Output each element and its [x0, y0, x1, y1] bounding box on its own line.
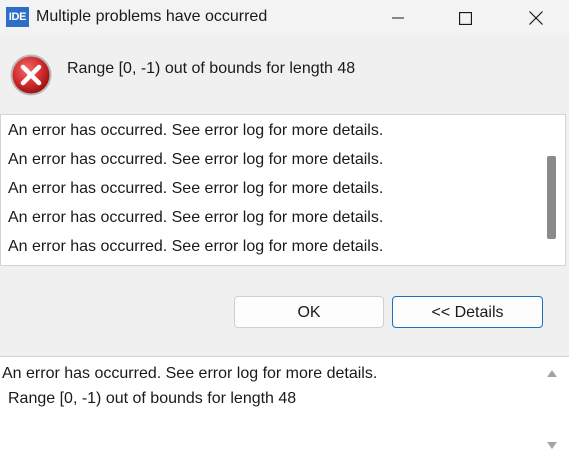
problem-list[interactable]: An error has occurred. See error log for…	[0, 114, 566, 266]
list-item[interactable]: An error has occurred. See error log for…	[8, 122, 383, 140]
scroll-down-arrow-icon[interactable]	[547, 442, 557, 449]
details-button[interactable]: << Details	[392, 296, 543, 328]
title-bar: IDE Multiple problems have occurred	[0, 0, 569, 36]
details-panel[interactable]: An error has occurred. See error log for…	[0, 356, 569, 457]
scroll-up-arrow-icon[interactable]	[547, 370, 557, 377]
ok-button[interactable]: OK	[234, 296, 384, 328]
list-item[interactable]: An error has occurred. See error log for…	[8, 209, 383, 227]
app-icon: IDE	[6, 7, 29, 27]
details-line: Range [0, -1) out of bounds for length 4…	[8, 390, 297, 407]
close-icon	[529, 11, 543, 25]
list-item[interactable]: An error has occurred. See error log for…	[8, 238, 383, 256]
problem-list-scrollbar[interactable]	[547, 156, 556, 239]
error-message: Range [0, -1) out of bounds for length 4…	[67, 60, 356, 77]
minimize-icon	[392, 17, 404, 19]
list-item[interactable]: An error has occurred. See error log for…	[8, 151, 383, 169]
close-button[interactable]	[513, 0, 559, 36]
minimize-button[interactable]	[375, 0, 421, 36]
window-title: Multiple problems have occurred	[36, 8, 268, 25]
maximize-icon	[458, 11, 472, 25]
list-item[interactable]: An error has occurred. See error log for…	[8, 180, 383, 198]
details-line: An error has occurred. See error log for…	[2, 365, 378, 382]
maximize-button[interactable]	[442, 0, 488, 36]
error-icon	[9, 53, 53, 97]
